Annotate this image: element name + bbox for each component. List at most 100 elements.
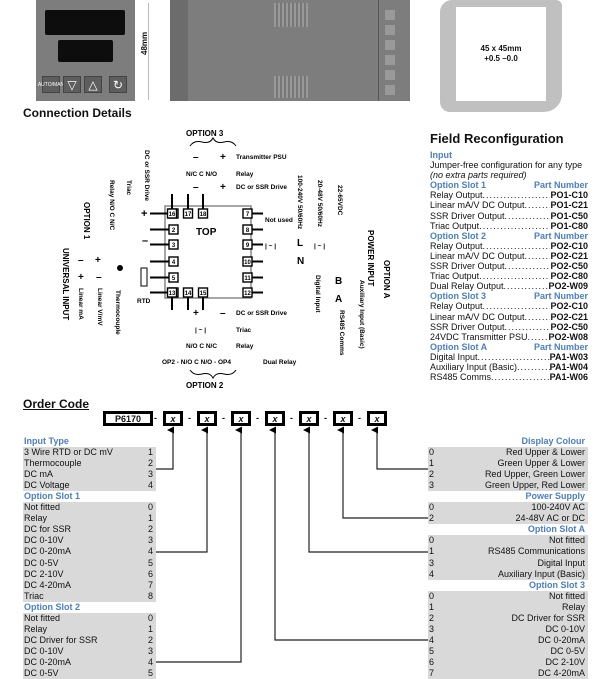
separator-dash: - [324,413,327,423]
order-option-row: DC mA 3 [23,469,156,481]
svg-text:+: + [193,308,199,319]
svg-text:–: – [78,255,84,266]
connector-arrow [269,426,428,641]
order-option-row: 1 Relay [428,601,588,613]
part-row: SSR Driver Output.......................… [430,321,588,332]
terminal-number: 13 [169,291,176,297]
order-option-row: DC Voltage 4 [23,480,156,492]
part-number: PO2-W09 [548,281,588,292]
part-row: Relay Output............................… [430,301,588,312]
terminal-number: 11 [244,276,251,282]
code-digit-box: x [265,411,285,426]
svg-text:| ~ |: | ~ | [265,243,276,250]
order-option-row: 0 Not fitted [428,590,588,602]
auto-man-button-icon: AUTO/MAN [38,76,64,93]
field-section-header: Option Slot 2 Part Number [430,230,588,241]
part-desc: Digital Input [430,351,478,362]
part-number: PO2-C50 [550,321,588,332]
order-option-row: Not fitted 0 [23,502,156,514]
part-row: Linear mA/V DC Output...................… [430,250,588,261]
connector-arrow [156,426,243,663]
part-number: PO2-C50 [550,261,588,272]
part-number: PA1-W04 [549,361,588,372]
dc-ssr-label-top: DC or SSR Drive [236,184,287,191]
optionA-label: OPTION A [382,260,391,299]
order-option-row: 7 DC 4-20mA [428,667,588,679]
order-section-header: Option Slot A [527,524,585,535]
transmitter-psu-label: Transmitter PSU [236,154,287,161]
svg-text:+: + [95,255,101,266]
part-number: PO2-C21 [550,311,588,322]
order-section-header: Input Type [24,436,69,446]
part-number: PO1-C50 [550,210,588,221]
part-row: Relay Output............................… [430,240,588,251]
svg-text:–: – [193,182,199,193]
order-option-row: 2 DC Driver for SSR [428,612,588,624]
rtd-label: RTD [137,298,151,305]
order-option-row: 6 DC 2-10V [428,656,588,668]
order-option-row: DC 4-20mA 7 [23,579,156,591]
separator-dash: - [222,413,225,423]
order-option-row: 0 Red Upper & Lower [428,447,588,459]
left-relay-label: Relay N/O C N/C [108,180,115,231]
part-row: RS485 Comms.............................… [430,372,588,383]
svg-text:+: + [220,152,226,163]
terminal-number: 15 [200,291,207,297]
order-option-row: 3 Green Upper, Red Lower [428,480,588,492]
separator-dash: - [154,413,157,423]
terminal-number: 14 [185,291,192,297]
wiring-diagram: TOP 123456789101112161718131415 OPTION 3… [61,129,391,390]
separator-dash: - [256,413,259,423]
field-section-header: Option Slot 1 Part Number [430,180,588,191]
code-digit-box: x [163,411,183,426]
left-triac-label: Triac [125,180,132,196]
code-digit-box: x [367,411,387,426]
cutout-size: 45 x 45mm [480,44,522,53]
part-row: Linear mA/V DC Output...................… [430,200,588,211]
part-number: PO1-C80 [550,220,588,231]
terminal-number: 18 [200,212,207,218]
option2-label: OPTION 2 [186,381,224,390]
input-note: (no extra parts required) [430,170,527,181]
separator-dash: - [188,413,191,423]
dc-ssr-label-bottom: DC or SSR Drive [236,310,287,317]
svg-text:+: + [141,208,147,220]
part-row: Linear mA/V DC Output...................… [430,311,588,322]
linear-v-label: Linear V/mV [96,288,103,326]
order-option-row: 4 DC 0-20mA [428,634,588,646]
connection-details-title: Connection Details [23,106,132,120]
part-row: Relay Output............................… [430,190,588,201]
upper-display [45,10,125,35]
order-option-row: 0 100-240V AC [428,502,588,514]
cycle-icon: ↻ [109,76,127,93]
order-option-row: 1 RS485 Communications [428,546,588,558]
svg-text:+: + [220,182,226,193]
svg-text:–: – [193,152,199,163]
order-option-row: DC 0-20mA 4 [23,656,156,668]
order-option-row: Not fitted 0 [23,612,156,624]
connector-arrow [303,426,428,553]
universal-input-label: UNIVERSAL INPUT [61,248,70,320]
part-number: PO2-C21 [550,250,588,261]
svg-text:–: – [142,235,148,247]
a-label: A [335,294,342,305]
down-arrow-icon: ▽ [63,76,81,93]
order-option-row: 3 Wire RTD or DC mV 1 [23,447,156,459]
cutout-tolerance: +0.5 –0.0 [484,54,518,63]
order-code-title: Order Code [23,397,90,411]
code-digit-box: x [299,411,319,426]
top-label: TOP [196,227,217,238]
order-option-row: DC 0-10V 3 [23,645,156,657]
op2-row: OP2 - N/O C N/O - OP4 [162,359,231,366]
order-option-row: DC Driver for SSR 2 [23,634,156,646]
part-number: PO2-W08 [548,331,588,342]
separator-dash: - [358,413,361,423]
digital-input-label: Digital Input [314,275,321,313]
lower-display [58,40,113,62]
dc-low-label: 22-65VDC [336,185,343,216]
ac-low-label: 20-48V 50/60Hz [316,180,323,228]
triac-label-bottom: Triac [236,327,252,334]
order-option-row: DC 0-10V 3 [23,535,156,547]
part-number: PO1-C21 [550,200,588,211]
rs485-label: RS485 Comms [338,310,345,356]
